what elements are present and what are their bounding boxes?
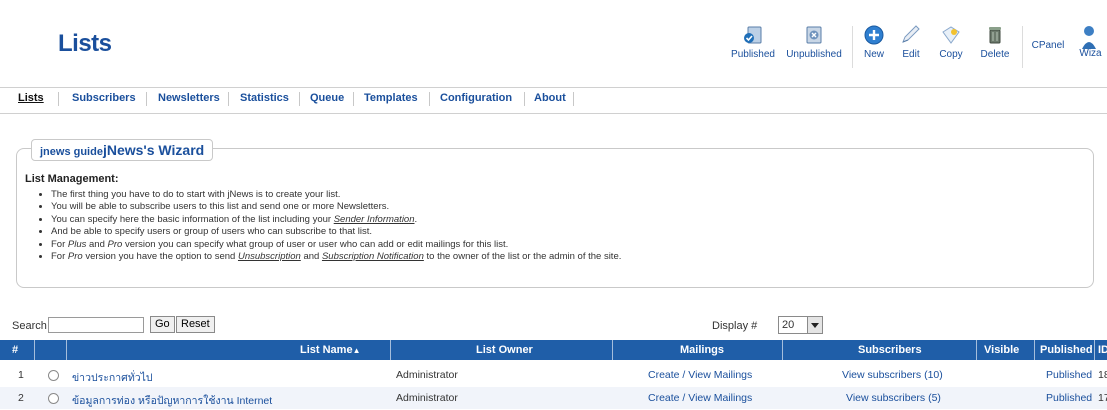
toolbar-separator [852,26,853,68]
nav-separator [228,92,229,106]
published-status-link[interactable]: Published [1046,392,1092,404]
tab-about[interactable]: About [534,92,566,104]
unpublish-icon [806,26,822,44]
nav-separator [573,92,574,106]
subscription-notification-link[interactable]: Subscription Notification [322,251,424,262]
search-input[interactable] [48,317,144,333]
edit-icon [902,25,920,43]
wizard-legend-guide: jnews guide [40,146,103,158]
column-header-id[interactable]: ID [1098,344,1107,356]
wizard-bullet: You can specify here the basic informati… [51,214,621,226]
tab-subscribers[interactable]: Subscribers [72,92,136,104]
row-number: 1 [18,369,24,381]
display-label: Display # [712,320,758,332]
mailings-link[interactable]: Create / View Mailings [648,392,752,404]
sort-asc-icon: ▲ [352,346,361,355]
column-separator [1034,340,1035,360]
tab-lists[interactable]: Lists [18,92,44,104]
table-row: 1 ข่าวประกาศทั่วไป Administrator Create … [0,364,1107,386]
publish-icon [744,26,762,44]
new-button[interactable]: New [860,24,888,60]
tab-configuration[interactable]: Configuration [440,92,512,104]
column-header-list-name[interactable]: List Name▲ [300,344,361,356]
nav-top-rule [0,87,1107,88]
subscribers-link[interactable]: View subscribers (5) [846,392,941,404]
nav-separator [524,92,525,106]
copy-icon [942,26,960,44]
column-header-num: # [12,344,19,356]
column-separator [782,340,783,360]
wizard-button[interactable]: Wiza [1074,24,1107,59]
go-button[interactable]: Go [150,316,175,333]
column-header-published[interactable]: Published [1040,344,1093,356]
delete-icon [989,27,1001,44]
list-name-link[interactable]: ข้อมูลการท่อง หรือปัญหาการใช้งาน Interne… [72,392,272,409]
list-owner: Administrator [396,369,458,381]
column-separator [976,340,977,360]
reset-button[interactable]: Reset [176,316,215,333]
published-status-link[interactable]: Published [1046,369,1092,381]
wizard-heading: List Management: [25,173,119,185]
row-select-radio[interactable] [48,370,59,381]
column-header-subscribers: Subscribers [858,344,922,356]
column-header-visible[interactable]: Visible [984,344,1019,356]
nav-separator [429,92,430,106]
wizard-bullet: The first thing you have to do to start … [51,189,621,201]
page-header: Lists Published Unpublished New Edit Cop… [0,0,1107,88]
unsubscription-link[interactable]: Unsubscription [238,251,301,262]
list-name-link[interactable]: ข่าวประกาศทั่วไป [72,369,153,386]
column-separator [390,340,391,360]
row-select-radio[interactable] [48,393,59,404]
copy-button[interactable]: Copy [936,24,966,60]
column-separator [66,340,67,360]
column-separator [1094,340,1095,360]
row-id: 18 [1098,369,1107,381]
row-number: 2 [18,392,24,404]
tab-queue[interactable]: Queue [310,92,344,104]
wizard-panel: jnews guidejNews's Wizard List Managemen… [16,139,1094,288]
new-icon [864,25,884,45]
wizard-bullet: For Plus and Pro version you can specify… [51,239,621,251]
column-separator [612,340,613,360]
nav-separator [58,92,59,106]
nav-separator [146,92,147,106]
wizard-legend-title: jNews's Wizard [102,142,205,158]
table-header: # List Name▲ List Owner Mailings Subscri… [0,340,1107,360]
column-header-mailings: Mailings [680,344,725,356]
tab-templates[interactable]: Templates [364,92,418,104]
toolbar-separator [1022,26,1023,68]
edit-button[interactable]: Edit [897,24,925,60]
cpanel-button[interactable]: CPanel [1030,24,1066,51]
list-owner: Administrator [396,392,458,404]
filter-bar: Search Go Reset Display # 20 [0,316,1107,336]
nav-separator [353,92,354,106]
search-label: Search [12,320,47,332]
wizard-icon [1082,26,1096,49]
wizard-bullet-list: The first thing you have to do to start … [39,189,621,263]
wizard-bullet: You will be able to subscribe users to t… [51,201,621,213]
subscribers-link[interactable]: View subscribers (10) [842,369,943,381]
wizard-legend: jnews guidejNews's Wizard [31,139,214,161]
display-count-select[interactable]: 20 [778,316,823,334]
chevron-down-icon [807,317,822,333]
mailings-link[interactable]: Create / View Mailings [648,369,752,381]
tab-statistics[interactable]: Statistics [240,92,289,104]
sender-information-link[interactable]: Sender Information [334,214,415,225]
wizard-bullet: And be able to specify users or group of… [51,226,621,238]
published-button[interactable]: Published [728,24,778,60]
table-row: 2 ข้อมูลการท่อง หรือปัญหาการใช้งาน Inter… [0,387,1107,409]
nav-separator [299,92,300,106]
unpublished-button[interactable]: Unpublished [786,24,842,60]
wizard-bullet: For Pro version you have the option to s… [51,251,621,263]
delete-button[interactable]: Delete [978,24,1012,60]
toolbar: Published Unpublished New Edit Copy Dele… [0,24,1107,70]
column-separator [34,340,35,360]
nav-bottom-rule [0,113,1107,114]
tab-newsletters[interactable]: Newsletters [158,92,220,104]
column-header-list-owner[interactable]: List Owner [476,344,533,356]
row-id: 17 [1098,392,1107,404]
